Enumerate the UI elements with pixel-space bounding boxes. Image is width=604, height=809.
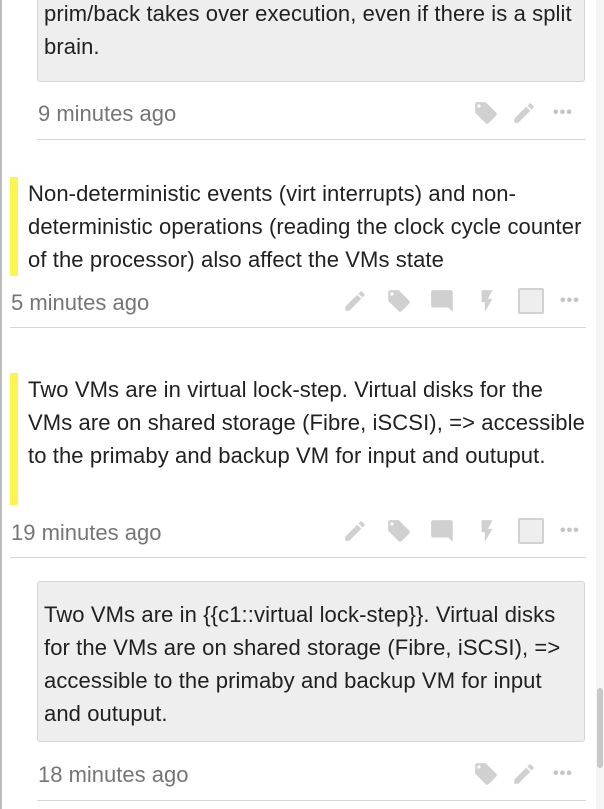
divider — [37, 139, 586, 140]
scrollbar-thumb[interactable] — [597, 688, 603, 768]
note-card-highlighted: Non-deterministic events (virt interrupt… — [10, 177, 590, 276]
note-timestamp: 19 minutes ago — [11, 520, 162, 545]
checkbox-icon[interactable] — [518, 518, 544, 544]
checkbox-icon[interactable] — [518, 288, 544, 314]
note-text: prim/back takes over execution, even if … — [44, 1, 572, 59]
more-dots-icon[interactable]: ••• — [560, 518, 580, 544]
more-dots-icon[interactable]: ••• — [560, 288, 580, 314]
lightning-icon[interactable] — [474, 518, 500, 544]
note-card-highlighted: Two VMs are in virtual lock-step. Virtua… — [10, 373, 590, 505]
tag-icon[interactable] — [386, 288, 412, 314]
left-edge — [0, 0, 2, 809]
pencil-icon[interactable] — [511, 761, 537, 787]
note-meta: 18 minutes ago — [38, 757, 188, 793]
note-actions: ••• — [455, 761, 573, 787]
note-timestamp: 18 minutes ago — [38, 762, 189, 787]
tag-icon[interactable] — [473, 761, 499, 787]
comment-icon[interactable] — [430, 288, 456, 314]
more-dots-icon[interactable]: ••• — [553, 761, 573, 787]
note-actions: ••• — [324, 518, 580, 544]
note-meta: 19 minutes ago — [11, 515, 161, 551]
note-meta: 5 minutes ago — [11, 285, 149, 321]
more-dots-icon[interactable]: ••• — [553, 100, 573, 126]
lightning-icon[interactable] — [474, 288, 500, 314]
pencil-icon[interactable] — [342, 518, 368, 544]
note-actions: ••• — [455, 100, 573, 126]
note-card-boxed: Two VMs are in {{c1::virtual lock-step}}… — [37, 581, 585, 742]
note-timestamp: 5 minutes ago — [11, 290, 150, 315]
note-timestamp: 9 minutes ago — [38, 101, 177, 126]
note-actions: ••• — [324, 288, 580, 314]
divider — [10, 557, 586, 558]
pencil-icon[interactable] — [342, 288, 368, 314]
tag-icon[interactable] — [473, 100, 499, 126]
note-text: Non-deterministic events (virt interrupt… — [28, 181, 582, 272]
note-text: Two VMs are in {{c1::virtual lock-step}}… — [44, 602, 561, 726]
pencil-icon[interactable] — [511, 100, 537, 126]
note-text: Two VMs are in virtual lock-step. Virtua… — [28, 377, 585, 468]
tag-icon[interactable] — [386, 518, 412, 544]
divider — [37, 800, 586, 801]
note-card-boxed: prim/back takes over execution, even if … — [37, 0, 585, 82]
comment-icon[interactable] — [430, 518, 456, 544]
note-meta: 9 minutes ago — [38, 96, 176, 132]
divider — [10, 327, 586, 328]
